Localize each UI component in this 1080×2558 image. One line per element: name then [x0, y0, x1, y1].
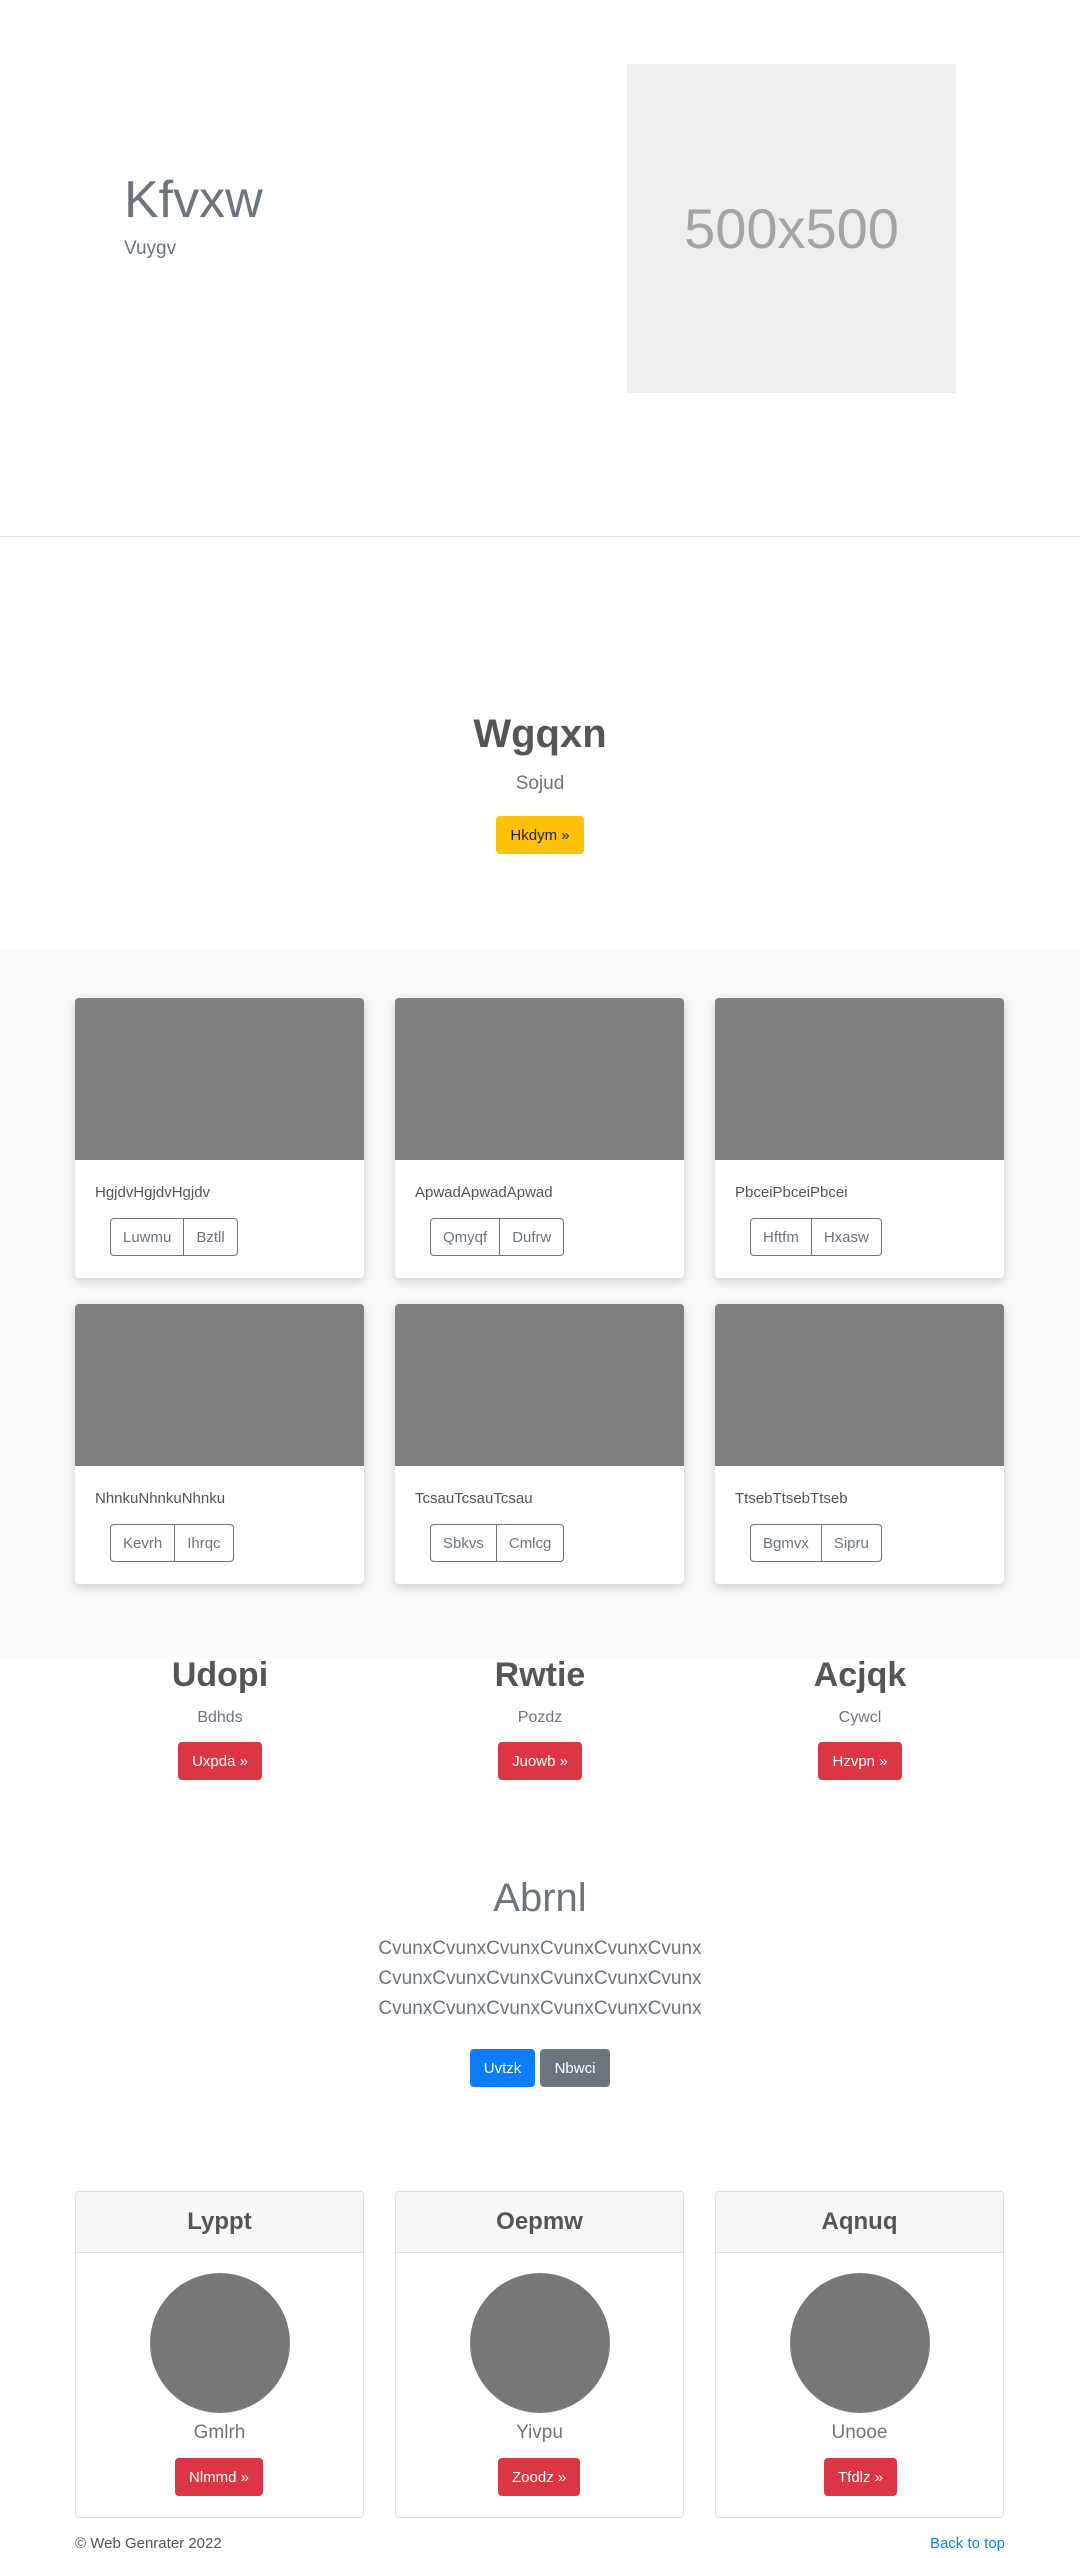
card-thumbnail: [395, 998, 684, 1160]
card-view-button[interactable]: Hftfm: [750, 1218, 812, 1256]
feature-title: Udopi: [171, 1656, 269, 1694]
card-button-group: Qmyqf Dufrw: [430, 1218, 565, 1256]
album-card: TtsebTtsebTtseb Bgmvx Sipru: [715, 1304, 1004, 1584]
lead-text-line: CvunxCvunxCvunxCvunxCvunxCvunx: [378, 1968, 702, 1989]
profile-card: Lyppt Gmlrh Nlmmd »: [75, 2191, 364, 2518]
profile-button[interactable]: Nlmmd »: [175, 2458, 264, 2496]
feature-button[interactable]: Hzvpn »: [818, 1742, 902, 1780]
back-to-top-link[interactable]: Back to top: [930, 2535, 1005, 2552]
hero-image-label: 500x500: [684, 197, 899, 260]
lead-text-line: CvunxCvunxCvunxCvunxCvunxCvunx: [378, 1938, 702, 1959]
lead-primary-button[interactable]: Uvtzk: [470, 2049, 535, 2087]
hero-image-placeholder: 500x500: [627, 64, 956, 393]
card-edit-button[interactable]: Sipru: [821, 1524, 882, 1562]
hero-subtitle: Vuygv: [124, 238, 177, 259]
profile-name: Unooe: [831, 2422, 888, 2443]
album-card: PbceiPbceiPbcei Hftfm Hxasw: [715, 998, 1004, 1278]
card-text: TcsauTcsauTcsau: [415, 1490, 533, 1507]
feature-column: Acjqk Cywcl Hzvpn »: [710, 1656, 1010, 1780]
feature-subtitle: Pozdz: [517, 1709, 563, 1726]
card-view-button[interactable]: Bgmvx: [750, 1524, 822, 1562]
album-card: ApwadApwadApwad Qmyqf Dufrw: [395, 998, 684, 1278]
card-thumbnail: [75, 1304, 364, 1466]
album-card: HgjdvHgjdvHgjdv Luwmu Bztll: [75, 998, 364, 1278]
lead-text-line: CvunxCvunxCvunxCvunxCvunxCvunx: [378, 1998, 702, 2019]
feature-button[interactable]: Juowb »: [498, 1742, 582, 1780]
cta-title: Wgqxn: [473, 712, 607, 756]
card-text: NhnkuNhnkuNhnku: [95, 1490, 226, 1507]
card-button-group: Luwmu Bztll: [110, 1218, 238, 1256]
card-view-button[interactable]: Qmyqf: [430, 1218, 501, 1256]
card-button-group: Hftfm Hxasw: [750, 1218, 882, 1256]
card-edit-button[interactable]: Bztll: [184, 1218, 238, 1256]
card-view-button[interactable]: Kevrh: [110, 1524, 176, 1562]
card-text: PbceiPbceiPbcei: [735, 1184, 848, 1201]
card-text: HgjdvHgjdvHgjdv: [95, 1184, 211, 1201]
feature-button[interactable]: Uxpda »: [178, 1742, 262, 1780]
profile-card-header: Aqnuq: [716, 2192, 1003, 2253]
avatar: [470, 2273, 610, 2413]
card-edit-button[interactable]: Cmlcg: [496, 1524, 565, 1562]
card-thumbnail: [395, 1304, 684, 1466]
profile-button[interactable]: Zoodz »: [498, 2458, 581, 2496]
lead-title: Abrnl: [493, 1876, 587, 1920]
hero-title: Kfvxw: [124, 171, 263, 229]
card-edit-button[interactable]: Dufrw: [500, 1218, 565, 1256]
section-divider: [0, 536, 1080, 537]
profile-card: Aqnuq Unooe Tfdlz »: [715, 2191, 1004, 2518]
card-button-group: Kevrh Ihrqc: [110, 1524, 234, 1562]
profile-name: Yivpu: [516, 2422, 563, 2443]
feature-column: Udopi Bdhds Uxpda »: [70, 1656, 370, 1780]
album-card: NhnkuNhnkuNhnku Kevrh Ihrqc: [75, 1304, 364, 1584]
feature-subtitle: Bdhds: [197, 1709, 243, 1726]
card-view-button[interactable]: Sbkvs: [430, 1524, 497, 1562]
avatar: [790, 2273, 930, 2413]
footer-copyright: © Web Genrater 2022: [75, 2535, 222, 2552]
card-view-button[interactable]: Luwmu: [110, 1218, 185, 1256]
card-button-group: Bgmvx Sipru: [750, 1524, 882, 1562]
card-edit-button[interactable]: Ihrqc: [175, 1524, 234, 1562]
feature-title: Rwtie: [494, 1656, 586, 1694]
card-thumbnail: [75, 998, 364, 1160]
profile-card-header: Oepmw: [396, 2192, 683, 2253]
card-edit-button[interactable]: Hxasw: [811, 1218, 882, 1256]
feature-subtitle: Cywcl: [838, 1709, 882, 1726]
avatar: [150, 2273, 290, 2413]
cta-button[interactable]: Hkdym »: [496, 816, 584, 854]
card-thumbnail: [715, 1304, 1004, 1466]
profile-button[interactable]: Tfdlz »: [824, 2458, 898, 2496]
feature-title: Acjqk: [813, 1656, 907, 1694]
feature-column: Rwtie Pozdz Juowb »: [390, 1656, 690, 1780]
profile-name: Gmlrh: [193, 2422, 246, 2443]
profile-card-header: Lyppt: [76, 2192, 363, 2253]
album-card: TcsauTcsauTcsau Sbkvs Cmlcg: [395, 1304, 684, 1584]
card-text: ApwadApwadApwad: [415, 1184, 553, 1201]
card-text: TtsebTtsebTtseb: [735, 1490, 848, 1507]
cta-subtitle: Sojud: [515, 773, 565, 794]
card-button-group: Sbkvs Cmlcg: [430, 1524, 565, 1562]
lead-secondary-button[interactable]: Nbwci: [540, 2049, 610, 2087]
profile-card: Oepmw Yivpu Zoodz »: [395, 2191, 684, 2518]
card-thumbnail: [715, 998, 1004, 1160]
